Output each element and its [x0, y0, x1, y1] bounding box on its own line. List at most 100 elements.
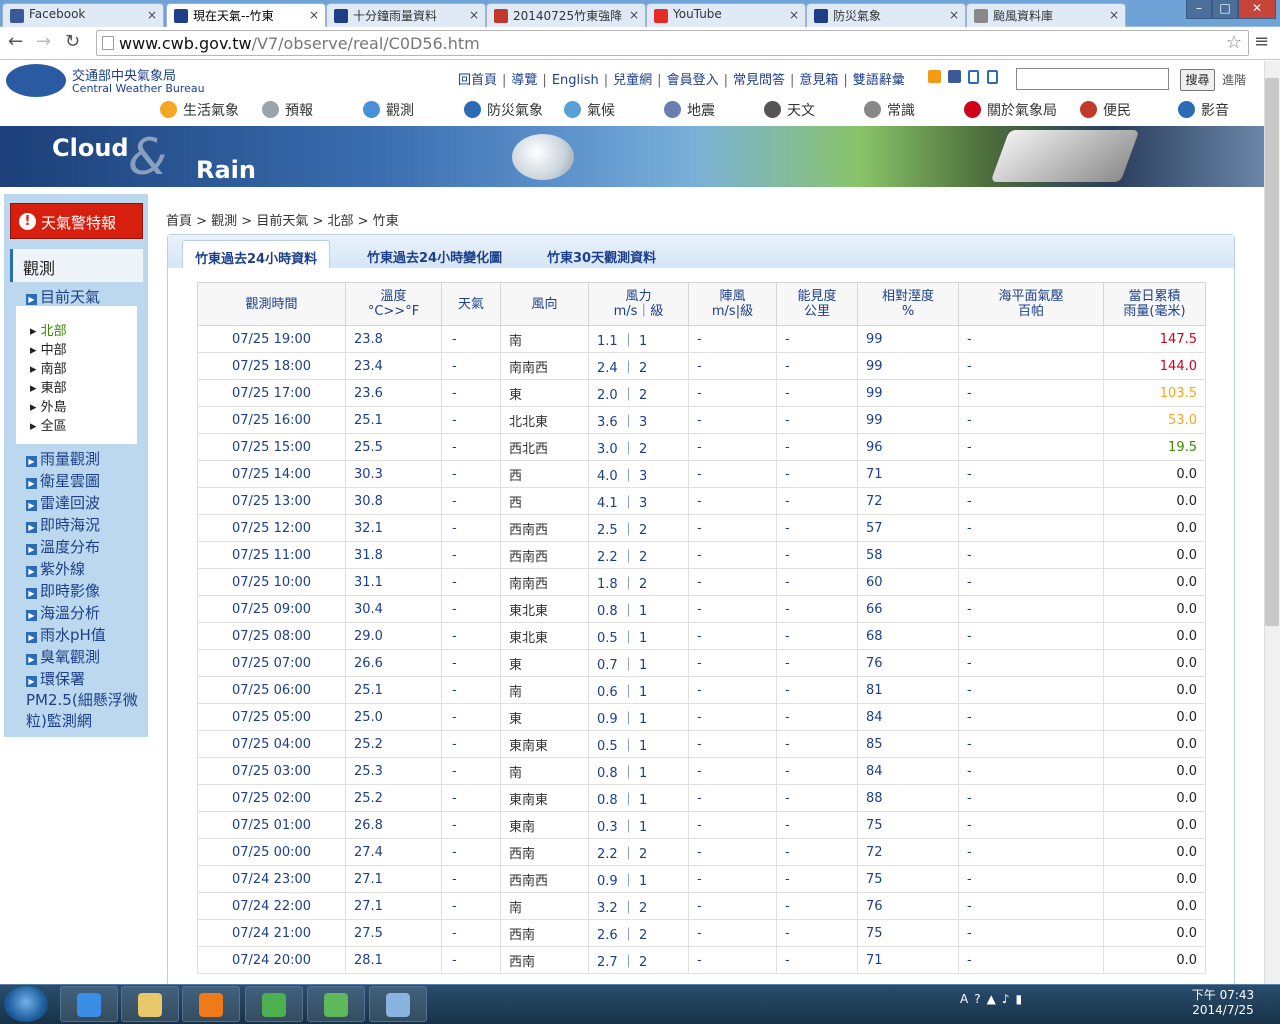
nav-item[interactable]: 關於氣象局 — [964, 99, 1057, 123]
table-cell: 東 — [500, 649, 589, 677]
nav-item[interactable]: 防災氣象 — [464, 99, 543, 123]
sidebar-link[interactable]: ▶ 海溫分析 — [26, 602, 100, 623]
nav-item[interactable]: 便民 — [1080, 99, 1131, 123]
close-tab-icon[interactable]: × — [629, 8, 639, 22]
region-item[interactable]: ▸ 全區 — [30, 415, 67, 434]
tablet-icon[interactable] — [987, 70, 998, 84]
sidebar-link[interactable]: ▶ 環保署 — [26, 668, 85, 689]
tray-item[interactable]: ? — [974, 992, 980, 1006]
search-input[interactable] — [1016, 68, 1169, 90]
close-tab-icon[interactable]: × — [789, 8, 799, 22]
nav-item[interactable]: 地震 — [664, 99, 715, 123]
nav-item[interactable]: 生活氣象 — [160, 99, 239, 123]
sidebar-link-pm25[interactable]: PM2.5(細懸浮微粒)監測網 — [26, 690, 146, 732]
top-link[interactable]: 回首頁 — [458, 73, 497, 88]
taskbar-button[interactable] — [60, 986, 118, 1022]
browser-tab[interactable]: Facebook × — [2, 3, 164, 27]
menu-icon[interactable]: ≡ — [1254, 32, 1269, 52]
region-item[interactable]: ▸ 東部 — [30, 377, 67, 396]
top-link[interactable]: 會員登入 — [667, 73, 719, 88]
content-tab[interactable]: 竹東過去24小時變化圖 — [355, 240, 514, 268]
sidebar-link[interactable]: ▶ 紫外線 — [26, 558, 85, 579]
minimize-button[interactable]: – — [1186, 0, 1212, 19]
clock[interactable]: 下午 07:43 2014/7/25 — [1185, 988, 1261, 1018]
weather-alert-button[interactable]: ! 天氣警特報 — [10, 203, 143, 239]
content-tab[interactable]: 竹東過去24小時資料 — [182, 240, 331, 268]
rss-icon[interactable] — [928, 70, 941, 83]
top-link[interactable]: 意見箱 — [799, 73, 838, 88]
nav-item[interactable]: 常識 — [864, 99, 915, 123]
sidebar-link[interactable]: ▶ 臭氧觀測 — [26, 646, 100, 667]
browser-tab[interactable]: 20140725竹東強降 × — [486, 3, 646, 27]
nav-item[interactable]: 天文 — [764, 99, 815, 123]
region-item[interactable]: ▸ 北部 — [30, 320, 67, 339]
logo-emblem-icon — [6, 64, 66, 97]
scrollbar-thumb[interactable] — [1265, 78, 1279, 626]
close-tab-icon[interactable]: × — [949, 8, 959, 22]
nav-item[interactable]: 影音 — [1178, 99, 1229, 123]
table-cell: 29.0 — [345, 622, 442, 650]
nav-item[interactable]: 觀測 — [363, 99, 414, 123]
facebook-link-icon[interactable] — [948, 70, 961, 83]
sidebar-link[interactable]: ▶ 衛星雲圖 — [26, 470, 100, 491]
top-link[interactable]: 雙語辭彙 — [853, 73, 905, 88]
close-window-button[interactable]: ✕ — [1238, 0, 1276, 19]
table-cell: - — [441, 946, 501, 974]
top-link[interactable]: English — [552, 73, 599, 88]
network-icon[interactable]: ▮ — [1016, 992, 1023, 1006]
close-tab-icon[interactable]: × — [1109, 8, 1119, 22]
browser-tab[interactable]: 防災氣象 × — [806, 3, 966, 27]
search-button[interactable]: 搜尋 — [1180, 69, 1215, 91]
browser-tab[interactable]: 颱風資料庫 × — [966, 3, 1126, 27]
address-bar[interactable]: www.cwb.gov.tw/V7/observe/real/C0D56.htm… — [96, 30, 1249, 56]
nav-item[interactable]: 預報 — [262, 99, 313, 123]
mobile-icon[interactable] — [968, 70, 979, 84]
maximize-button[interactable]: □ — [1212, 0, 1238, 19]
browser-tab[interactable]: 現在天氣--竹東 × — [166, 3, 326, 28]
table-cell: 西 — [500, 487, 589, 515]
taskbar-button[interactable] — [245, 986, 303, 1022]
table-header-cell: 觀測時間 — [197, 282, 346, 326]
table-cell: 19.5 — [1103, 433, 1206, 461]
paint-icon — [386, 993, 410, 1017]
sidebar-link[interactable]: ▶ 溫度分布 — [26, 536, 100, 557]
taskbar-button[interactable] — [121, 986, 179, 1022]
start-button[interactable] — [4, 986, 48, 1022]
bookmark-star-icon[interactable]: ☆ — [1226, 32, 1242, 53]
taskbar-button[interactable] — [369, 986, 427, 1022]
close-tab-icon[interactable]: × — [469, 8, 479, 22]
table-cell: 71 — [857, 946, 959, 974]
close-tab-icon[interactable]: × — [309, 8, 319, 22]
taskbar-button[interactable] — [182, 986, 240, 1022]
sidebar-link[interactable]: ▶ 雨水pH值 — [26, 624, 106, 645]
browser-tab[interactable]: YouTube × — [646, 3, 806, 27]
reload-button[interactable]: ↻ — [65, 32, 80, 52]
tray-item[interactable]: A — [960, 992, 968, 1006]
region-item[interactable]: ▸ 外島 — [30, 396, 67, 415]
forward-button[interactable]: → — [36, 32, 51, 52]
taskbar-button[interactable] — [307, 986, 365, 1022]
tray-item[interactable]: ▲ — [987, 992, 996, 1006]
back-button[interactable]: ← — [8, 32, 23, 52]
advanced-search-link[interactable]: 進階 — [1222, 71, 1246, 88]
sidebar-current-weather[interactable]: ▶ 目前天氣 — [26, 286, 100, 307]
top-link[interactable]: 導覽 — [511, 73, 537, 88]
sidebar-link[interactable]: ▶ 雨量觀測 — [26, 448, 100, 469]
region-item[interactable]: ▸ 南部 — [30, 358, 67, 377]
sidebar-section-title[interactable]: 觀測 — [10, 249, 143, 282]
table-row: 07/25 17:00 23.6- 東 2.0 ｜ 2- -99-103.5 — [197, 379, 1206, 407]
browser-tab[interactable]: 十分鐘雨量資料 × — [326, 3, 486, 27]
top-link[interactable]: 常見問答 — [733, 73, 785, 88]
cwb-logo[interactable]: 交通部中央氣象局 Central Weather Bureau — [6, 64, 206, 100]
close-tab-icon[interactable]: × — [147, 8, 157, 22]
sidebar-link[interactable]: ▶ 雷達回波 — [26, 492, 100, 513]
sidebar-link[interactable]: ▶ 即時影像 — [26, 580, 100, 601]
table-cell: - — [958, 352, 1104, 380]
sidebar-link[interactable]: ▶ 即時海況 — [26, 514, 100, 535]
nav-item[interactable]: 氣候 — [564, 99, 615, 123]
region-item[interactable]: ▸ 中部 — [30, 339, 67, 358]
top-link[interactable]: 兒童網 — [613, 73, 652, 88]
volume-icon[interactable]: ♪ — [1002, 992, 1010, 1006]
content-tab[interactable]: 竹東30天觀測資料 — [535, 240, 668, 268]
header-line-2[interactable]: °C>>°F — [346, 304, 441, 319]
